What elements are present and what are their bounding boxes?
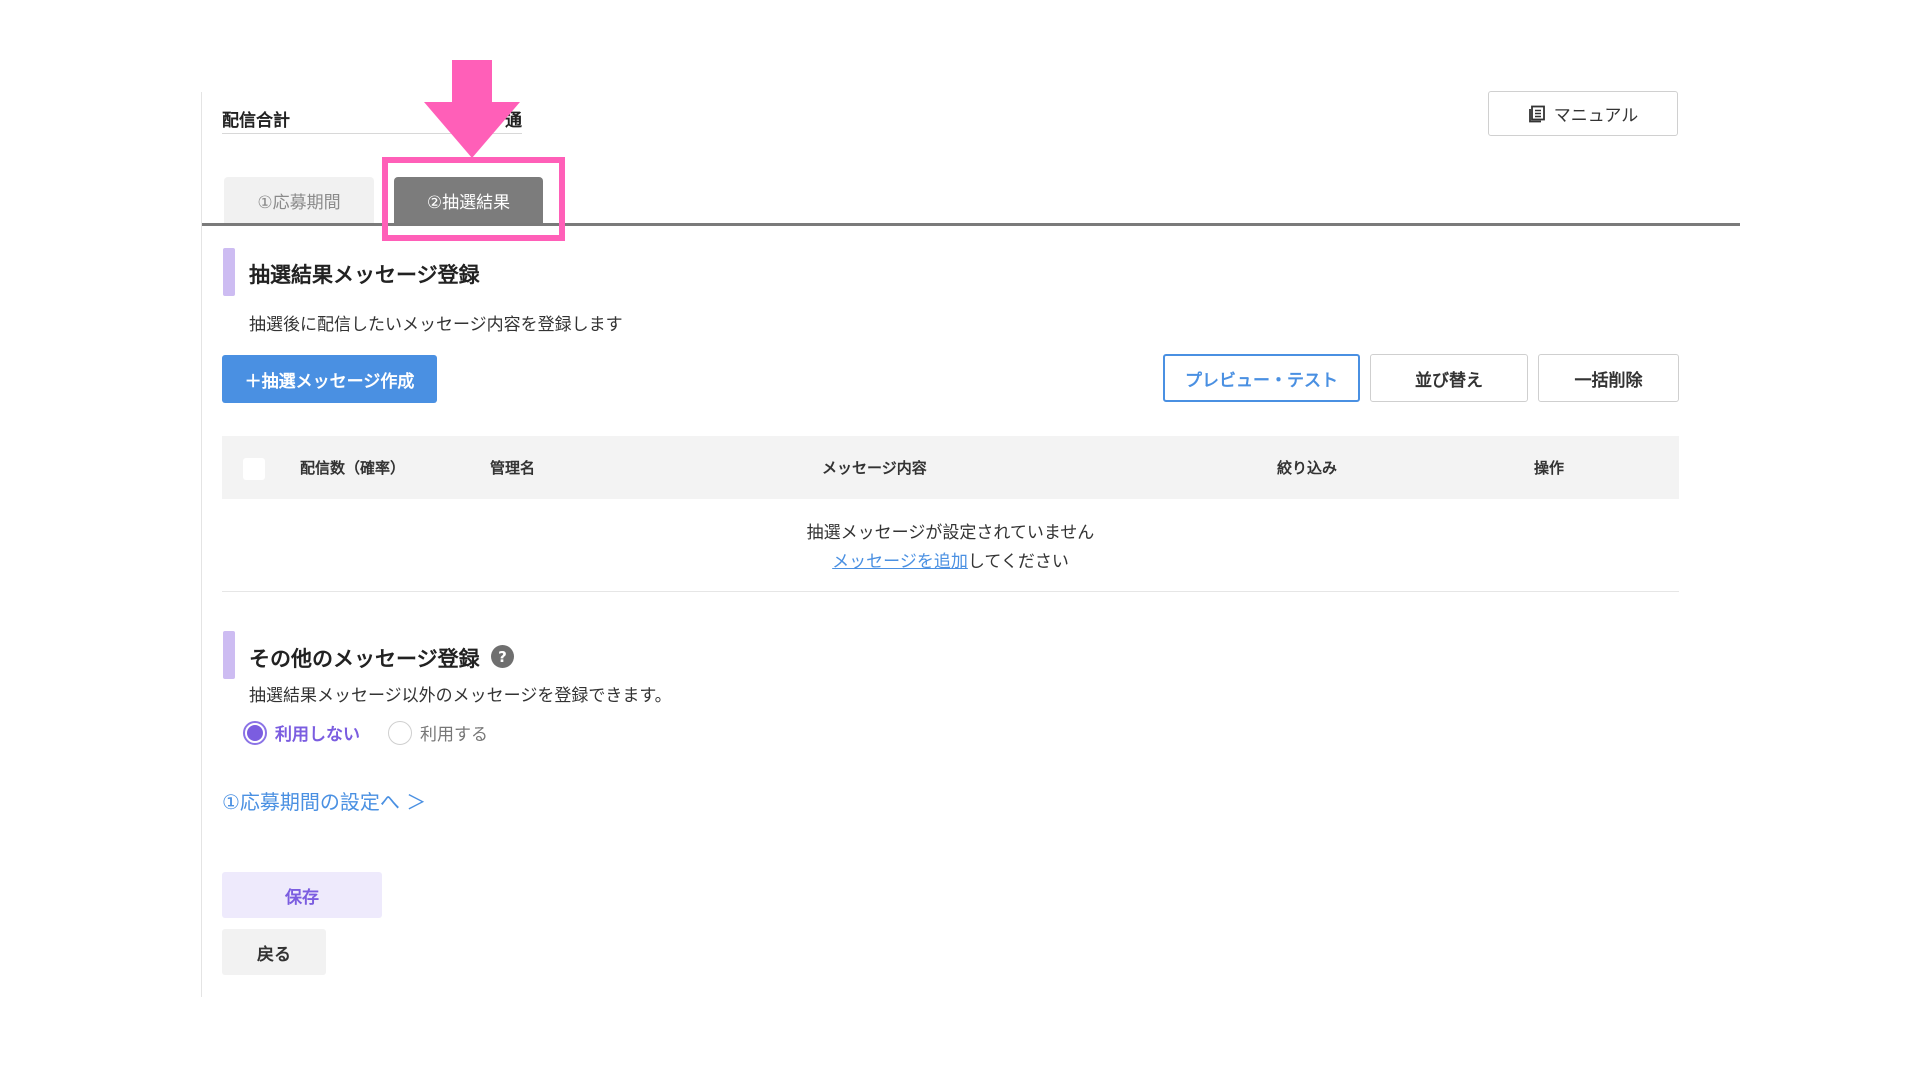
radio-button-icon xyxy=(243,720,267,745)
section-title: その他のメッセージ登録 xyxy=(249,647,480,671)
tab-application-period[interactable]: ①応募期間 xyxy=(224,177,374,223)
radio-label: 利用する xyxy=(420,725,488,745)
page: 配信合計 通 マニュアル ①応募期間 ②抽選結果 抽選結果メッセージ登録 抽選後… xyxy=(0,0,1920,1080)
empty-table-message: 抽選メッセージが設定されていません メッセージを追加してください xyxy=(222,499,1679,592)
add-message-link[interactable]: メッセージを追加 xyxy=(832,552,968,572)
book-icon xyxy=(1528,105,1546,123)
section-accent-bar xyxy=(223,631,235,679)
column-header-filter: 絞り込み xyxy=(1277,459,1338,477)
tab-label: ①応募期間 xyxy=(257,192,341,213)
empty-message-action: メッセージを追加してください xyxy=(832,547,1069,572)
radio-label: 利用しない xyxy=(275,725,360,745)
tab-label: ②抽選結果 xyxy=(426,192,511,213)
section-description: 抽選後に配信したいメッセージ内容を登録します xyxy=(249,315,623,335)
bulk-delete-button[interactable]: 一括削除 xyxy=(1538,354,1679,402)
tab-lottery-result[interactable]: ②抽選結果 xyxy=(394,177,543,223)
empty-message-suffix: してください xyxy=(967,552,1069,572)
column-header-message-content: メッセージ内容 xyxy=(822,459,927,477)
column-header-actions: 操作 xyxy=(1534,459,1565,477)
question-icon[interactable]: ? xyxy=(491,645,514,668)
column-header-management-name: 管理名 xyxy=(490,459,536,477)
section-description: 抽選結果メッセージ以外のメッセージを登録できます。 xyxy=(249,686,672,706)
radio-do-not-use[interactable]: 利用しない xyxy=(243,720,360,745)
back-button[interactable]: 戻る xyxy=(222,929,326,975)
radio-button-icon xyxy=(388,720,412,745)
delivery-total-unit: 通 xyxy=(505,111,522,131)
sort-button[interactable]: 並び替え xyxy=(1370,354,1528,402)
section-title: 抽選結果メッセージ登録 xyxy=(249,263,480,287)
section-accent-bar xyxy=(223,248,235,296)
panel-left-border xyxy=(201,92,202,997)
application-period-settings-link[interactable]: ①応募期間の設定へ ＞ xyxy=(222,786,426,815)
manual-button[interactable]: マニュアル xyxy=(1488,91,1678,136)
table-header: 配信数（確率） 管理名 メッセージ内容 絞り込み 操作 xyxy=(222,436,1679,499)
tab-divider xyxy=(202,223,1740,226)
create-lottery-message-button[interactable]: ＋抽選メッセージ作成 xyxy=(222,355,437,403)
empty-message-text: 抽選メッセージが設定されていません xyxy=(806,523,1095,543)
save-button[interactable]: 保存 xyxy=(222,872,382,918)
radio-use[interactable]: 利用する xyxy=(388,720,488,745)
preview-test-button[interactable]: プレビュー・テスト xyxy=(1163,354,1360,402)
delivery-total-row: 配信合計 通 xyxy=(222,104,522,134)
select-all-checkbox[interactable] xyxy=(243,458,265,480)
delivery-total-label: 配信合計 xyxy=(222,111,290,131)
manual-button-label: マニュアル xyxy=(1553,106,1639,126)
column-header-delivery-count: 配信数（確率） xyxy=(300,459,406,477)
